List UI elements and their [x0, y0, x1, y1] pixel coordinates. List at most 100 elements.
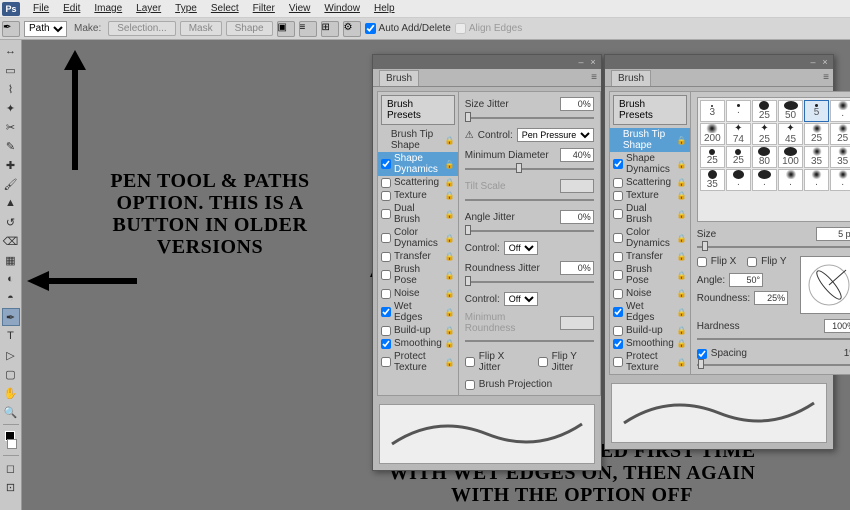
menu-edit[interactable]: Edit: [56, 3, 87, 14]
angle-jitter-value[interactable]: 0%: [560, 210, 594, 224]
control-select[interactable]: Off: [504, 241, 538, 255]
section-wet-edges[interactable]: Wet Edges🔒: [610, 300, 690, 324]
size-jitter-value[interactable]: 0%: [560, 97, 594, 111]
section-dual-brush[interactable]: Dual Brush🔒: [610, 202, 690, 226]
brush-presets-button[interactable]: Brush Presets: [613, 95, 687, 125]
menu-file[interactable]: File: [26, 3, 56, 14]
lock-icon[interactable]: 🔒: [445, 308, 455, 317]
lock-icon[interactable]: 🔒: [445, 326, 455, 335]
lock-icon[interactable]: 🔒: [445, 191, 455, 200]
brush-preset[interactable]: ·: [778, 169, 803, 191]
menu-view[interactable]: View: [282, 3, 318, 14]
brush-preset[interactable]: 50: [778, 100, 803, 122]
size-jitter-slider[interactable]: [465, 117, 594, 119]
menu-layer[interactable]: Layer: [129, 3, 168, 14]
tool-pen[interactable]: ✒: [2, 308, 20, 326]
lock-icon[interactable]: 🔒: [677, 178, 687, 187]
gear-icon[interactable]: ⚙: [343, 21, 361, 37]
lock-icon[interactable]: 🔒: [677, 210, 687, 219]
path-op-icon[interactable]: ▣: [277, 21, 295, 37]
quickmask-icon[interactable]: ◻: [2, 459, 20, 477]
lock-icon[interactable]: 🔒: [445, 252, 455, 261]
lock-icon[interactable]: 🔒: [677, 160, 687, 169]
hardness-value[interactable]: 100%: [824, 319, 850, 333]
tool-gradient[interactable]: ▦: [2, 251, 20, 269]
menu-image[interactable]: Image: [87, 3, 129, 14]
section-color-dynamics[interactable]: Color Dynamics🔒: [378, 226, 458, 250]
section-protect-texture[interactable]: Protect Texture🔒: [378, 350, 458, 374]
lock-icon[interactable]: 🔒: [677, 136, 687, 145]
roundness-jitter-value[interactable]: 0%: [560, 261, 594, 275]
brush-preset[interactable]: 3: [700, 100, 725, 122]
brush-preset[interactable]: 25: [700, 146, 725, 168]
arrange-icon[interactable]: ⊞: [321, 21, 339, 37]
section-brush-pose[interactable]: Brush Pose🔒: [610, 263, 690, 287]
tool-wand[interactable]: ✦: [2, 99, 20, 117]
section-brush-pose[interactable]: Brush Pose🔒: [378, 263, 458, 287]
section-dual-brush[interactable]: Dual Brush🔒: [378, 202, 458, 226]
brush-presets-button[interactable]: Brush Presets: [381, 95, 455, 125]
make-shape-button[interactable]: Shape: [226, 21, 273, 36]
section-smoothing[interactable]: Smoothing🔒: [610, 337, 690, 350]
panel-titlebar[interactable]: – ×: [373, 55, 601, 69]
section-color-dynamics[interactable]: Color Dynamics🔒: [610, 226, 690, 250]
section-smoothing[interactable]: Smoothing🔒: [378, 337, 458, 350]
tool-brush[interactable]: 🖌: [2, 175, 20, 193]
brush-preset[interactable]: 25: [726, 146, 751, 168]
tool-lasso[interactable]: ⌇: [2, 80, 20, 98]
roundness-value[interactable]: 25%: [754, 291, 788, 305]
panel-menu-icon[interactable]: ≡: [823, 72, 829, 83]
flip-x-jitter-checkbox[interactable]: Flip X Jitter Flip Y Jitter: [465, 351, 594, 373]
brush-preset[interactable]: 35: [830, 146, 850, 168]
panel-menu-icon[interactable]: ≡: [591, 72, 597, 83]
lock-icon[interactable]: 🔒: [445, 160, 455, 169]
brush-preset[interactable]: ·: [830, 100, 850, 122]
section-brush-tip-shape[interactable]: Brush Tip Shape🔒: [378, 128, 458, 152]
section-scattering[interactable]: Scattering🔒: [610, 176, 690, 189]
tool-eraser[interactable]: ⌫: [2, 232, 20, 250]
tool-type[interactable]: T: [2, 327, 20, 345]
tool-heal[interactable]: ✚: [2, 156, 20, 174]
section-protect-texture[interactable]: Protect Texture🔒: [610, 350, 690, 374]
section-brush-tip-shape[interactable]: Brush Tip Shape🔒: [610, 128, 690, 152]
min-diameter-slider[interactable]: [465, 168, 594, 170]
menu-type[interactable]: Type: [168, 3, 204, 14]
lock-icon[interactable]: 🔒: [445, 210, 455, 219]
section-noise[interactable]: Noise🔒: [610, 287, 690, 300]
brush-angle-preview[interactable]: [800, 256, 850, 314]
spacing-slider[interactable]: [697, 364, 850, 366]
lock-icon[interactable]: 🔒: [677, 339, 687, 348]
lock-icon[interactable]: 🔒: [445, 358, 455, 367]
lock-icon[interactable]: 🔒: [677, 289, 687, 298]
lock-icon[interactable]: 🔒: [677, 191, 687, 200]
roundness-jitter-slider[interactable]: [465, 281, 594, 283]
section-texture[interactable]: Texture🔒: [378, 189, 458, 202]
brush-preset[interactable]: 25: [830, 123, 850, 145]
tab-brush[interactable]: Brush: [611, 70, 651, 86]
minimize-icon[interactable]: –: [808, 57, 818, 67]
tool-zoom[interactable]: 🔍: [2, 403, 20, 421]
close-icon[interactable]: ×: [820, 57, 830, 67]
brush-preset[interactable]: ✦45: [778, 123, 803, 145]
flip-x-checkbox[interactable]: Flip X Flip Y: [697, 256, 788, 267]
section-wet-edges[interactable]: Wet Edges🔒: [378, 300, 458, 324]
minimize-icon[interactable]: –: [576, 57, 586, 67]
tool-blur[interactable]: ◐: [2, 270, 20, 288]
section-transfer[interactable]: Transfer🔒: [378, 250, 458, 263]
section-transfer[interactable]: Transfer🔒: [610, 250, 690, 263]
control-select[interactable]: Off: [504, 292, 538, 306]
spacing-value[interactable]: 1%: [844, 348, 850, 359]
lock-icon[interactable]: 🔒: [445, 271, 455, 280]
section-noise[interactable]: Noise🔒: [378, 287, 458, 300]
section-build-up[interactable]: Build-up🔒: [610, 324, 690, 337]
screenmode-icon[interactable]: ⊡: [2, 478, 20, 496]
angle-value[interactable]: 50°: [729, 273, 763, 287]
brush-preset[interactable]: ·: [752, 169, 777, 191]
brush-preset[interactable]: 25: [804, 123, 829, 145]
brush-preset[interactable]: 80: [752, 146, 777, 168]
size-slider[interactable]: [697, 246, 850, 248]
tool-eyedrop[interactable]: ✎: [2, 137, 20, 155]
lock-icon[interactable]: 🔒: [677, 271, 687, 280]
lock-icon[interactable]: 🔒: [445, 289, 455, 298]
tab-brush[interactable]: Brush: [379, 70, 419, 86]
